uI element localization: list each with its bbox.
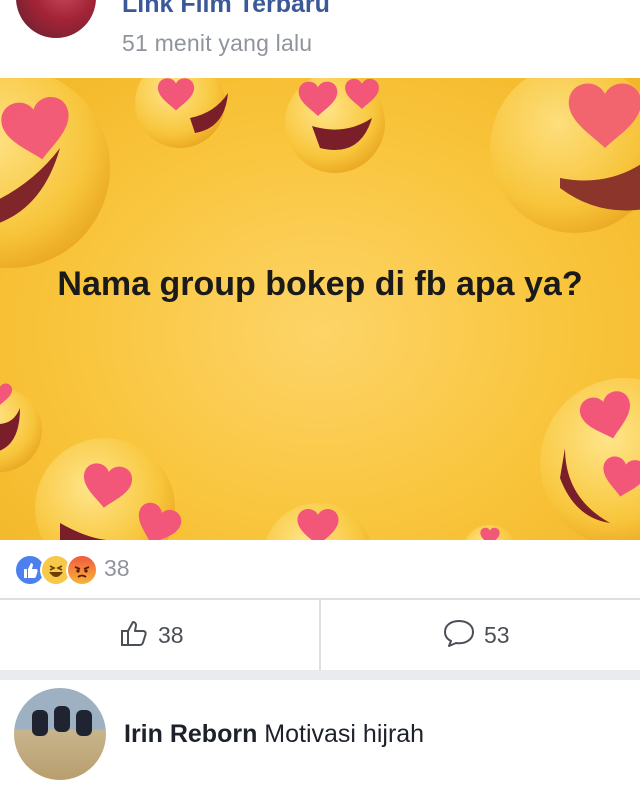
- comment-button[interactable]: 53: [442, 600, 510, 670]
- action-divider: [319, 600, 321, 670]
- post-image[interactable]: Nama group bokep di fb apa ya?: [0, 78, 640, 540]
- post-timestamp[interactable]: 51 menit yang lalu: [122, 30, 312, 56]
- angry-reaction-icon: [66, 554, 98, 586]
- post-action-bar: 38 53: [0, 600, 640, 670]
- post-author-line: Irin Reborn Motivasi hijrah: [124, 720, 424, 749]
- feed-separator: [0, 670, 640, 680]
- comment-bubble-icon: [442, 617, 476, 654]
- reaction-count[interactable]: 38: [104, 555, 130, 582]
- author-name-link[interactable]: Irin Reborn: [124, 720, 257, 748]
- like-count: 38: [158, 621, 184, 648]
- like-button[interactable]: 38: [118, 600, 184, 670]
- next-post-header: Irin Reborn Motivasi hijrah: [0, 680, 640, 799]
- page-avatar[interactable]: [16, 0, 96, 38]
- post-header: Link Film Terbaru 51 menit yang lalu: [0, 0, 640, 78]
- author-avatar[interactable]: [14, 688, 106, 780]
- post-headline: Motivasi hijrah: [264, 720, 425, 748]
- page-name-link[interactable]: Link Film Terbaru: [122, 0, 330, 18]
- post-image-caption: Nama group bokep di fb apa ya?: [57, 265, 583, 303]
- thumbs-up-icon: [118, 617, 150, 654]
- comment-count: 53: [484, 621, 510, 648]
- reactions-summary[interactable]: 38: [0, 540, 640, 598]
